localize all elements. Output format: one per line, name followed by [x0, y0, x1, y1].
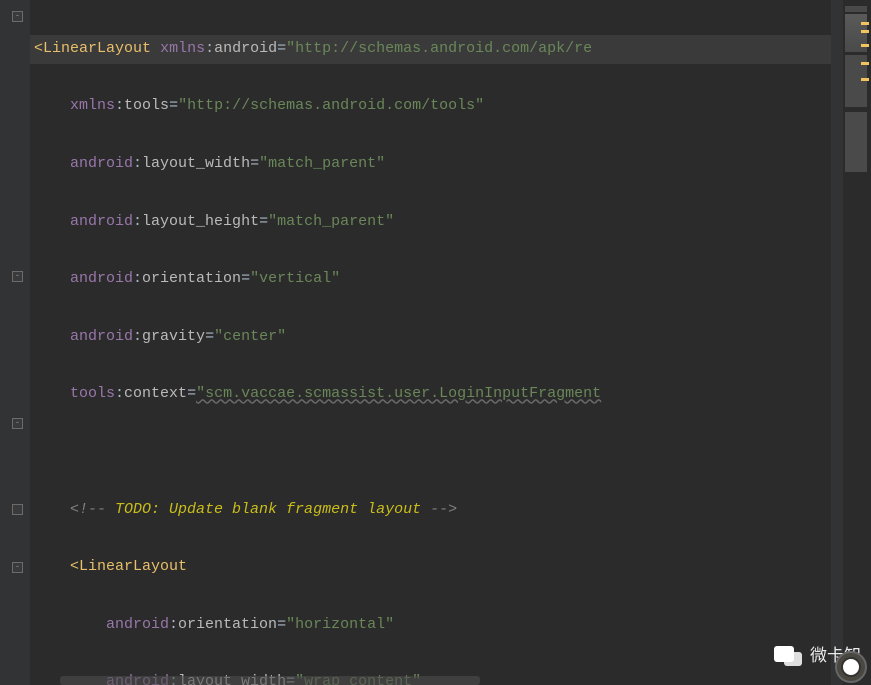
- minimap[interactable]: [843, 0, 871, 685]
- xml-value: "vertical": [250, 270, 340, 287]
- xml-ns: android: [106, 616, 169, 633]
- space: [151, 40, 160, 57]
- xml-ns: tools: [70, 385, 115, 402]
- xml-attr: layout_height: [142, 213, 259, 230]
- xml-attr: context: [124, 385, 187, 402]
- xml-comment-close: -->: [421, 501, 457, 518]
- xml-value: "match_parent": [268, 213, 394, 230]
- xml-ns: xmlns: [70, 97, 115, 114]
- xml-value: "scm.vaccae.scmassist.user.LoginInputFra…: [196, 385, 601, 402]
- xml-value: "horizontal": [286, 616, 394, 633]
- xml-attr: orientation: [142, 270, 241, 287]
- xml-tag: LinearLayout: [43, 40, 151, 57]
- cx-logo-icon: [835, 651, 867, 683]
- gutter: - - - -: [0, 0, 30, 685]
- fold-marker-icon[interactable]: -: [12, 418, 23, 429]
- xml-value: "match_parent": [259, 155, 385, 172]
- xml-attr: orientation: [178, 616, 277, 633]
- xml-ns: android: [70, 155, 133, 172]
- xml-ns: android: [70, 270, 133, 287]
- xml-attr: layout_width: [142, 155, 250, 172]
- xml-attr: android: [214, 40, 277, 57]
- code-editor[interactable]: - - - - <LinearLayout xmlns:android="htt…: [0, 0, 871, 685]
- equals: =: [277, 40, 286, 57]
- xml-ns: android: [70, 328, 133, 345]
- xml-ns: android: [70, 213, 133, 230]
- fold-marker-icon[interactable]: -: [12, 271, 23, 282]
- colon: :: [205, 40, 214, 57]
- fold-marker-icon[interactable]: -: [12, 11, 23, 22]
- fold-marker-icon[interactable]: -: [12, 562, 23, 573]
- xml-ns: xmlns: [160, 40, 205, 57]
- xml-value: "http://schemas.android.com/apk/re: [286, 40, 592, 57]
- xml-value: "center": [214, 328, 286, 345]
- xml-bracket: <: [70, 558, 79, 575]
- code-area[interactable]: <LinearLayout xmlns:android="http://sche…: [30, 0, 831, 685]
- corner-logo: [835, 651, 867, 683]
- xml-attr: gravity: [142, 328, 205, 345]
- wechat-icon: [774, 646, 802, 672]
- right-scrollbar-region[interactable]: [831, 0, 843, 685]
- xml-todo: TODO: Update blank fragment layout: [115, 501, 421, 518]
- xml-value: "http://schemas.android.com/tools": [178, 97, 484, 114]
- fold-end-icon[interactable]: [12, 504, 23, 515]
- xml-tag: LinearLayout: [79, 558, 187, 575]
- horizontal-scrollbar[interactable]: [60, 676, 480, 685]
- xml-comment-open: <!--: [70, 501, 115, 518]
- xml-bracket: <: [34, 40, 43, 57]
- xml-attr: tools: [124, 97, 169, 114]
